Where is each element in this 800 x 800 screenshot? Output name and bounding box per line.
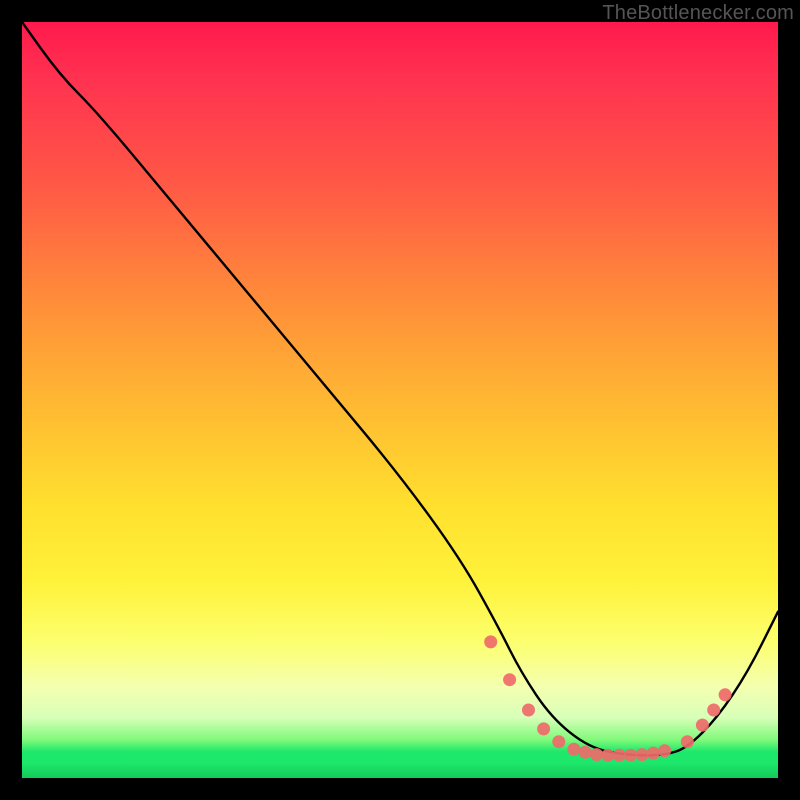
curve-marker (503, 673, 516, 686)
curve-marker (567, 743, 580, 756)
curve-marker (635, 748, 648, 761)
curve-marker (719, 688, 732, 701)
curve-marker (590, 748, 603, 761)
curve-layer (22, 22, 778, 778)
curve-marker (537, 722, 550, 735)
curve-marker (681, 735, 694, 748)
curve-markers (484, 635, 731, 761)
curve-marker (696, 719, 709, 732)
curve-marker (613, 749, 626, 762)
curve-marker (552, 735, 565, 748)
chart-stage: TheBottlenecker.com (0, 0, 800, 800)
curve-marker (579, 746, 592, 759)
curve-marker (522, 704, 535, 717)
curve-marker (658, 744, 671, 757)
curve-marker (707, 704, 720, 717)
curve-marker (624, 749, 637, 762)
curve-marker (601, 749, 614, 762)
curve-marker (484, 635, 497, 648)
curve-marker (647, 747, 660, 760)
bottleneck-curve (22, 22, 778, 755)
